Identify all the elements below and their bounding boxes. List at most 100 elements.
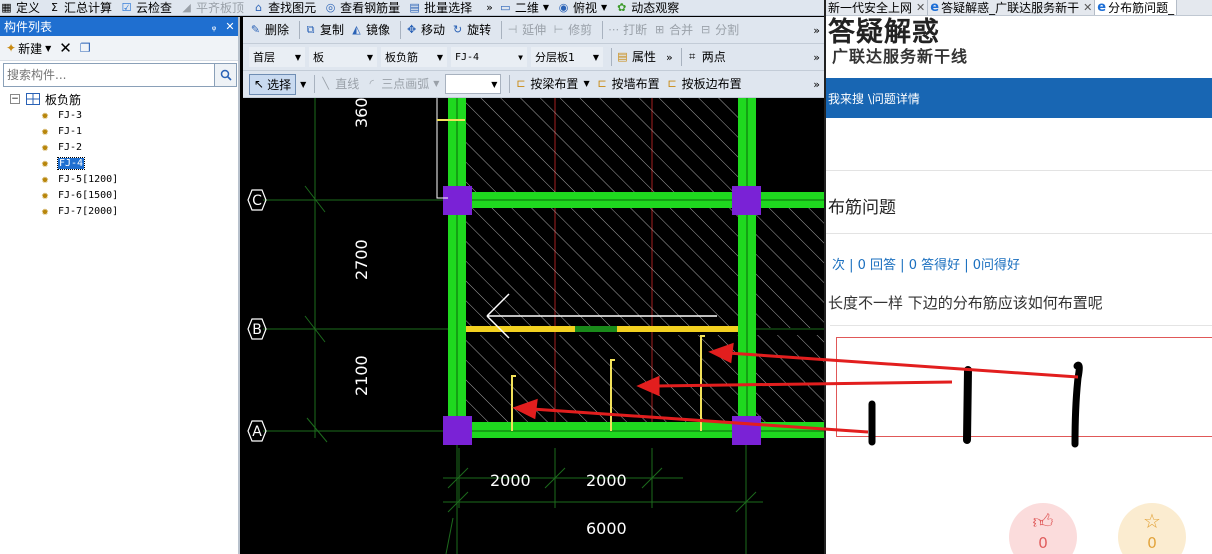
menu-find-element[interactable]: ⌂ 查找图元 [252, 1, 316, 15]
collapse-icon[interactable]: − [10, 94, 20, 104]
chevron-down-icon: ▼ [491, 79, 498, 89]
search-icon[interactable] [215, 63, 237, 87]
arc-button[interactable]: ◜ 三点画弧 ▼ [365, 77, 440, 91]
by-beam-button[interactable]: ⊏ 按梁布置 ▼ [514, 77, 589, 91]
slab-region-right-bottom[interactable] [746, 335, 824, 425]
slab-grid-icon [26, 93, 40, 105]
copy-icon: ⧉ [306, 23, 315, 36]
column-a2[interactable] [732, 416, 761, 445]
question-stats[interactable]: 次 | 0 回答 | 0 答得好 | 0问得好 [832, 254, 1020, 273]
new-component-button[interactable]: ✦ 新建 ▼ [6, 40, 51, 57]
tree-item-fj5[interactable]: ✹ FJ-5[1200] [38, 171, 118, 187]
toolbar-more-chevron[interactable]: » [813, 24, 820, 37]
gear-icon: ✹ [41, 172, 49, 186]
menu-summary-calc[interactable]: Σ 汇总计算 [48, 1, 112, 15]
category-select[interactable]: 板 ▼ [309, 47, 377, 67]
menu-top-view[interactable]: ◉ 俯视 ▼ [557, 1, 607, 15]
tree-item-fj6[interactable]: ✹ FJ-6[1500] [38, 187, 118, 203]
cad-drawing-canvas[interactable]: C B A 360 2700 2100 2000 2000 6000 [243, 98, 824, 554]
two-points-button[interactable]: ⌗ 两点 [686, 50, 726, 64]
gear-icon: ✹ [41, 108, 49, 122]
extend-icon: ⊣ [507, 23, 518, 36]
layer-select[interactable]: 分层板1 ▼ [531, 47, 603, 67]
browser-tab-3[interactable]: e 分布筋问题_ [1095, 0, 1178, 15]
menu-view-rebar[interactable]: ◎ 查看钢筋量 [324, 1, 400, 15]
question-title-box: 布筋问题 [826, 170, 1212, 234]
floor-select[interactable]: 首层 ▼ [249, 47, 305, 67]
gear-icon: ✹ [41, 204, 49, 218]
rotate-button[interactable]: ↻ 旋转 [451, 23, 491, 37]
favorite-button[interactable]: ☆ 0 [1118, 503, 1186, 554]
handwritten-sketch [868, 361, 1083, 448]
arc-icon: ◜ [369, 77, 374, 90]
slab-region-right[interactable] [746, 208, 824, 328]
toolbar-more-chevron[interactable]: » [813, 51, 820, 64]
line-icon: ╲ [322, 77, 330, 90]
delete-button[interactable]: ✎ 删除 [249, 23, 289, 37]
break-icon: ⋯ [608, 23, 620, 36]
axis-bubbles [247, 189, 267, 442]
line-button[interactable]: ╲ 直线 [319, 77, 359, 91]
mirror-icon: ◭ [352, 23, 361, 36]
column-c1[interactable] [443, 186, 472, 215]
chevron-down-icon[interactable]: ▼ [300, 80, 306, 89]
breadcrumb[interactable]: 我来搜 \问题详情 [828, 90, 920, 107]
menu-define[interactable]: ▦ 定义 [0, 1, 40, 15]
menu-cloud-check[interactable]: ☑ 云检查 [120, 1, 172, 15]
tree-item-fj7[interactable]: ✹ FJ-7[2000] [38, 203, 118, 219]
menu-more-chevron[interactable]: » [486, 1, 493, 14]
trim-button[interactable]: ⊢ 修剪 [552, 23, 592, 37]
column-a1[interactable] [443, 416, 472, 445]
toolbar-more-chevron[interactable]: » [666, 51, 673, 64]
extend-button[interactable]: ⊣ 延伸 [506, 23, 546, 37]
arc-param-select[interactable]: ▼ [445, 74, 502, 94]
break-button[interactable]: ⋯ 打断 [607, 23, 647, 37]
menu-batch-select[interactable]: ▤ 批量选择 [408, 1, 472, 15]
tree-item-fj4[interactable]: ✹ FJ-4 [38, 155, 118, 171]
search-input[interactable] [3, 63, 215, 87]
toolbar-more-chevron[interactable]: » [813, 78, 820, 91]
type-select[interactable]: 板负筋 ▼ [381, 47, 447, 67]
close-tab-icon[interactable]: ✕ [1083, 1, 1092, 14]
by-wall-button[interactable]: ⊏ 按墙布置 [596, 77, 659, 91]
tree-item-fj1[interactable]: ✹ FJ-1 [38, 123, 118, 139]
menu-orbit-view[interactable]: ✿ 动态观察 [615, 1, 679, 15]
properties-button[interactable]: ▤ 属性 [616, 50, 656, 64]
slab-region-bottom[interactable] [465, 335, 740, 425]
tree-item-fj2[interactable]: ✹ FJ-2 [38, 139, 118, 155]
select-button[interactable]: ↖ 选择 [249, 73, 297, 95]
cad-toolbars: ✎ 删除 ⧉ 复制 ◭ 镜像 ✥ 移动 ↻ 旋转 ⊣ 延伸 ⊢ 修剪 ⋯ 打断 ⊞ 合并 ⊟ 分割 … [243, 17, 824, 98]
move-button[interactable]: ✥ 移动 [405, 23, 445, 37]
sigma-icon: Σ [51, 0, 58, 14]
copy-button[interactable]: ⧉ 复制 [304, 23, 344, 37]
split-button[interactable]: ⊟ 分割 [699, 23, 739, 37]
slab-region-top[interactable] [465, 98, 740, 193]
delete-component-button[interactable]: ✕ [59, 39, 72, 57]
like-button[interactable]: 👍︎ 0 [1009, 503, 1077, 554]
beam-axis-a[interactable] [448, 422, 824, 438]
gear-icon: ✹ [41, 188, 49, 202]
cad-drawing[interactable]: C B A 360 2700 2100 2000 2000 6000 [243, 98, 824, 554]
pin-icon[interactable]: ᵩ [206, 20, 222, 33]
menu-align-slab-top[interactable]: ◢ 平齐板顶 [180, 1, 244, 15]
column-c2[interactable] [732, 186, 761, 215]
chevron-down-icon: ▼ [45, 43, 52, 53]
top-view-icon: ◉ [558, 0, 569, 14]
component-list-panel: 构件列表 ᵩ ✕ ✦ 新建 ▼ ✕ ❐ − 板负筋 ✹FJ-3 ✹FJ-1 ✹F… [0, 17, 240, 554]
sketch-strokes [868, 361, 1083, 448]
by-slab-edge-button[interactable]: ⊏ 按板边布置 [666, 77, 742, 91]
tree-item-fj3[interactable]: ✹ FJ-3 [38, 107, 118, 123]
axis-label-c: C [252, 193, 262, 209]
mirror-button[interactable]: ◭ 镜像 [350, 23, 390, 37]
chevron-down-icon: ▼ [433, 79, 440, 88]
question-attachment-image[interactable] [830, 325, 1212, 455]
browser-tab-2[interactable]: e 答疑解惑_广联达服务新干 ✕ [928, 0, 1096, 15]
menu-two-d[interactable]: ▭ 二维 ▼ [499, 1, 549, 15]
merge-button[interactable]: ⊞ 合并 [653, 23, 693, 37]
breadcrumb-bar: 我来搜 \问题详情 [826, 78, 1212, 118]
component-select[interactable]: FJ-4 ▼ [451, 47, 527, 67]
close-icon[interactable]: ✕ [222, 20, 238, 33]
slab-region-middle[interactable] [465, 208, 740, 328]
tree-root-slab-neg-rebar[interactable]: − 板负筋 [10, 91, 118, 107]
copy-component-button[interactable]: ❐ [80, 41, 91, 55]
